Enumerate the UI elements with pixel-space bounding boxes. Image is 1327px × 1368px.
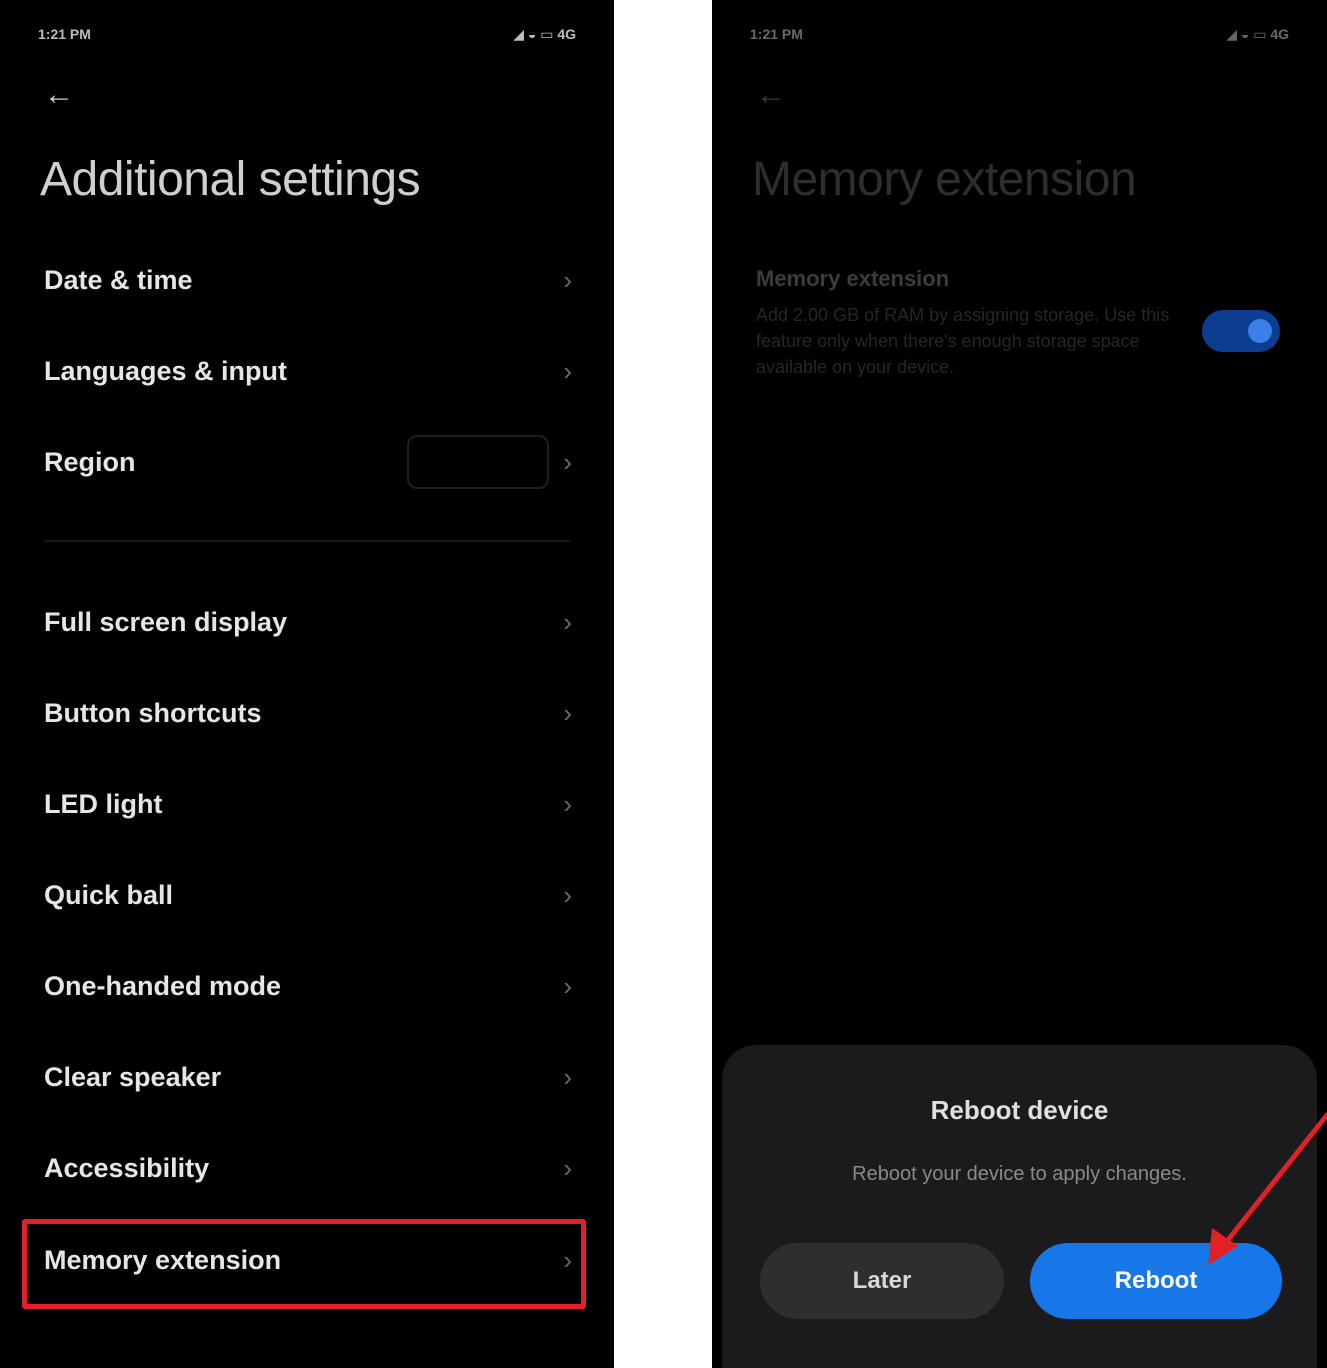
additional-settings-screen: 1:21 PM ◢ ◒ ▭ 4G ← Additional settings D… [0, 0, 614, 1368]
status-time: 1:21 PM [750, 26, 803, 42]
settings-item-label: One-handed mode [44, 970, 282, 1001]
settings-item-label: Button shortcuts [44, 697, 262, 728]
status-bar: 1:21 PM ◢ ◒ ▭ 4G [38, 22, 576, 46]
settings-item-label: Full screen display [44, 606, 288, 637]
settings-item-quick-ball[interactable]: Quick ball › [44, 865, 576, 925]
highlight-box [22, 1219, 586, 1309]
settings-item-label: Quick ball [44, 879, 174, 910]
later-button[interactable]: Later [760, 1243, 1004, 1319]
back-arrow-icon[interactable]: ← [756, 80, 786, 110]
status-bar: 1:21 PM ◢ ◒ ▭ 4G [750, 22, 1289, 46]
settings-item-region[interactable]: Region › [44, 432, 576, 492]
page-title: Additional settings [40, 153, 421, 206]
settings-item-full-screen-display[interactable]: Full screen display › [44, 592, 576, 652]
settings-item-clear-speaker[interactable]: Clear speaker › [44, 1047, 576, 1107]
page-title: Memory extension [752, 153, 1137, 206]
toggle-knob [1248, 319, 1272, 343]
settings-item-label: Date & time [44, 264, 193, 295]
settings-item-label: Languages & input [44, 355, 287, 386]
settings-item-label: Accessibility [44, 1152, 210, 1183]
back-arrow-icon[interactable]: ← [44, 80, 74, 110]
settings-item-button-shortcuts[interactable]: Button shortcuts › [44, 683, 576, 743]
settings-item-label: LED light [44, 788, 163, 819]
status-time: 1:21 PM [38, 26, 91, 42]
chevron-right-icon: › [563, 446, 572, 477]
setting-title: Memory extension [756, 266, 950, 291]
settings-item-label: Region [44, 446, 136, 477]
settings-item-accessibility[interactable]: Accessibility › [44, 1138, 576, 1198]
chevron-right-icon: › [563, 1152, 572, 1183]
settings-item-led-light[interactable]: LED light › [44, 774, 576, 834]
settings-item-label: Clear speaker [44, 1061, 222, 1092]
chevron-right-icon: › [563, 879, 572, 910]
settings-item-languages-input[interactable]: Languages & input › [44, 341, 576, 401]
settings-item-date-time[interactable]: Date & time › [44, 250, 576, 310]
chevron-right-icon: › [563, 606, 572, 637]
chevron-right-icon: › [563, 1061, 572, 1092]
region-value-box [407, 435, 550, 489]
chevron-right-icon: › [563, 788, 572, 819]
section-divider [44, 540, 570, 542]
pointer-arrow-icon [1208, 1112, 1327, 1265]
settings-item-one-handed-mode[interactable]: One-handed mode › [44, 956, 576, 1016]
chevron-right-icon: › [563, 264, 572, 295]
memory-extension-toggle[interactable] [1202, 310, 1280, 352]
chevron-right-icon: › [563, 355, 572, 386]
status-icons: ◢ ◒ ▭ 4G [513, 25, 576, 42]
chevron-right-icon: › [563, 697, 572, 728]
chevron-right-icon: › [563, 970, 572, 1001]
setting-description: Add 2.00 GB of RAM by assigning storage.… [756, 305, 1170, 377]
status-icons: ◢ ◒ ▭ 4G [1226, 25, 1289, 42]
